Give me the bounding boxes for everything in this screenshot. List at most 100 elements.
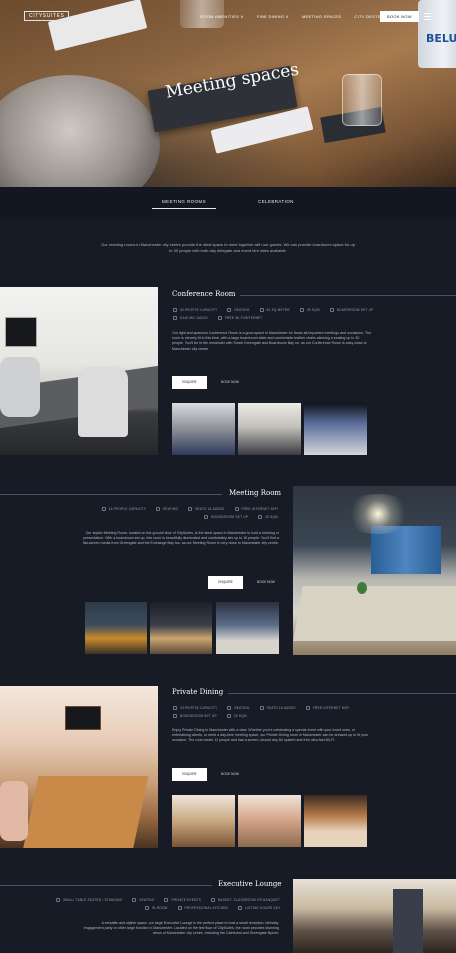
event-icon	[164, 898, 169, 902]
room-features: 16 PEOPLE CAPACITY SEATING SEATS 16 ADDE…	[56, 507, 278, 519]
room-title: Private Dining	[172, 688, 224, 696]
seat-icon	[227, 706, 232, 710]
room-title: Meeting Room	[229, 489, 282, 497]
title-divider	[228, 693, 456, 694]
book-now-link[interactable]: BOOK NOW	[221, 772, 239, 776]
wifi-icon	[217, 316, 222, 320]
clock-icon	[238, 906, 243, 910]
feature-item: 25 SQM	[258, 515, 278, 519]
title-divider	[0, 494, 222, 495]
book-now-button[interactable]: BOOK NOW	[380, 11, 419, 22]
room-features: SMALL TABLE SEATED / STANDING SEATING PR…	[40, 898, 280, 910]
section-tabs: MEETING ROOMS CELEBRATION	[0, 187, 456, 220]
feature-item: 82 SQ METRE	[259, 308, 290, 312]
table-icon	[173, 714, 177, 718]
people-icon	[56, 898, 61, 902]
bottle-label: BELU	[426, 32, 456, 45]
title-divider	[0, 885, 212, 886]
seat-icon	[132, 898, 137, 902]
feature-item: LISTING HOURS 24H	[238, 906, 280, 910]
feature-item: 25 SQM	[226, 714, 247, 718]
site-logo[interactable]: CITYSUITES	[24, 11, 70, 21]
feature-item: SEATING	[132, 898, 154, 902]
feature-item: SEATS 16 ADDED	[259, 706, 296, 710]
nav-meeting-spaces[interactable]: MEETING SPACES	[302, 14, 341, 19]
size-icon	[299, 308, 304, 312]
seat-icon	[156, 507, 161, 511]
title-divider	[240, 295, 456, 296]
nav-fine-dining[interactable]: FINE DINING ∨	[257, 14, 289, 19]
gallery-thumbnail[interactable]	[85, 602, 147, 654]
feature-item: SEATING	[227, 308, 249, 312]
people-icon	[173, 706, 177, 710]
room-title: Conference Room	[172, 290, 236, 298]
gallery-thumbnail[interactable]	[216, 602, 279, 654]
private-dining-photo	[0, 686, 158, 848]
feature-item: DAIS MIC AUDIO	[173, 316, 208, 320]
table-icon	[329, 308, 334, 312]
room-title: Executive Lounge	[218, 880, 282, 888]
kitchen-icon	[177, 906, 182, 910]
room-icon	[144, 906, 149, 910]
tab-celebration[interactable]: CELEBRATION	[258, 199, 294, 204]
enquire-button[interactable]: ENQUIRE	[172, 376, 207, 389]
feature-item: 24 PEOPLE CAPACITY	[173, 706, 217, 710]
feature-item: SEATING	[227, 706, 249, 710]
area-icon	[259, 308, 264, 312]
size-icon	[258, 515, 263, 519]
gallery-thumbnail[interactable]	[304, 403, 367, 455]
table-icon	[204, 515, 209, 519]
people-icon	[101, 507, 106, 511]
feature-item: SMALL TABLE SEATED / STANDING	[56, 898, 122, 902]
wifi-icon	[234, 507, 239, 511]
bottle-image: BELU	[418, 0, 456, 68]
tab-meeting-rooms[interactable]: MEETING ROOMS	[152, 199, 216, 209]
feature-item: FREE WI-FI/INTERNET	[217, 316, 263, 320]
size-icon	[226, 714, 231, 718]
feature-item: BASKET, CLASSROOM OR BANQUET	[211, 898, 280, 902]
executive-lounge-photo	[293, 879, 456, 953]
room-features: 24 PEOPLE CAPACITY SEATING SEATS 16 ADDE…	[173, 706, 393, 718]
seat-icon	[227, 308, 232, 312]
nav-room-amenities[interactable]: ROOM AMENITIES ∨	[200, 14, 244, 19]
feature-item: BOARDROOM SET UP	[329, 308, 374, 312]
table-icon	[211, 898, 216, 902]
room-description: Enjoy Private Dining in Manchester with …	[172, 728, 368, 743]
room-features: 30 PEOPLE CAPACITY SEATING 82 SQ METRE 2…	[173, 308, 383, 320]
feature-item: 25 SQM	[299, 308, 320, 312]
gallery-thumbnail[interactable]	[172, 403, 235, 455]
menu-icon[interactable]	[424, 13, 431, 22]
enquire-button[interactable]: ENQUIRE	[208, 576, 243, 589]
napkin-image	[47, 0, 148, 52]
intro-text: Our meeting rooms in Manchester city cen…	[101, 242, 355, 253]
chair-image	[0, 75, 160, 187]
feature-item: SEATS 16 ADDED	[188, 507, 224, 511]
feature-item: BOARDROOM SET UP	[204, 515, 248, 519]
feature-item: PROFESSIONAL KITCHEN	[177, 906, 229, 910]
mic-icon	[173, 316, 177, 320]
hero-banner: BELU Meeting spaces CITYSUITES ROOM AMEN…	[0, 0, 456, 187]
feature-item: 30 PEOPLE CAPACITY	[173, 308, 217, 312]
gallery-thumbnail[interactable]	[238, 403, 301, 455]
feature-item: BOARDROOM SET UP	[173, 714, 217, 718]
feature-item: IN-ROOM	[144, 906, 168, 910]
feature-item: FREE INTERNET WIFI	[305, 706, 349, 710]
gallery-thumbnail[interactable]	[238, 795, 301, 847]
area-icon	[259, 706, 264, 710]
room-description: A versatile and stylish space, our large…	[83, 921, 279, 936]
room-description: Our light and spacious Conference Room i…	[172, 331, 372, 351]
feature-item: 16 PEOPLE CAPACITY	[101, 507, 146, 511]
gallery-thumbnail[interactable]	[150, 602, 212, 654]
book-now-link[interactable]: BOOK NOW	[257, 580, 275, 584]
gallery-thumbnail[interactable]	[172, 795, 235, 847]
feature-item: FREE INTERNET WIFI	[234, 507, 278, 511]
glass-image	[342, 74, 382, 126]
book-now-link[interactable]: BOOK NOW	[221, 380, 239, 384]
enquire-button[interactable]: ENQUIRE	[172, 768, 207, 781]
people-icon	[173, 308, 177, 312]
gallery-thumbnail[interactable]	[304, 795, 367, 847]
feature-item: SEATING	[156, 507, 178, 511]
meeting-room-photo	[293, 486, 456, 655]
area-icon	[188, 507, 193, 511]
room-description: Our stylish Meeting Room, located on the…	[82, 531, 279, 546]
